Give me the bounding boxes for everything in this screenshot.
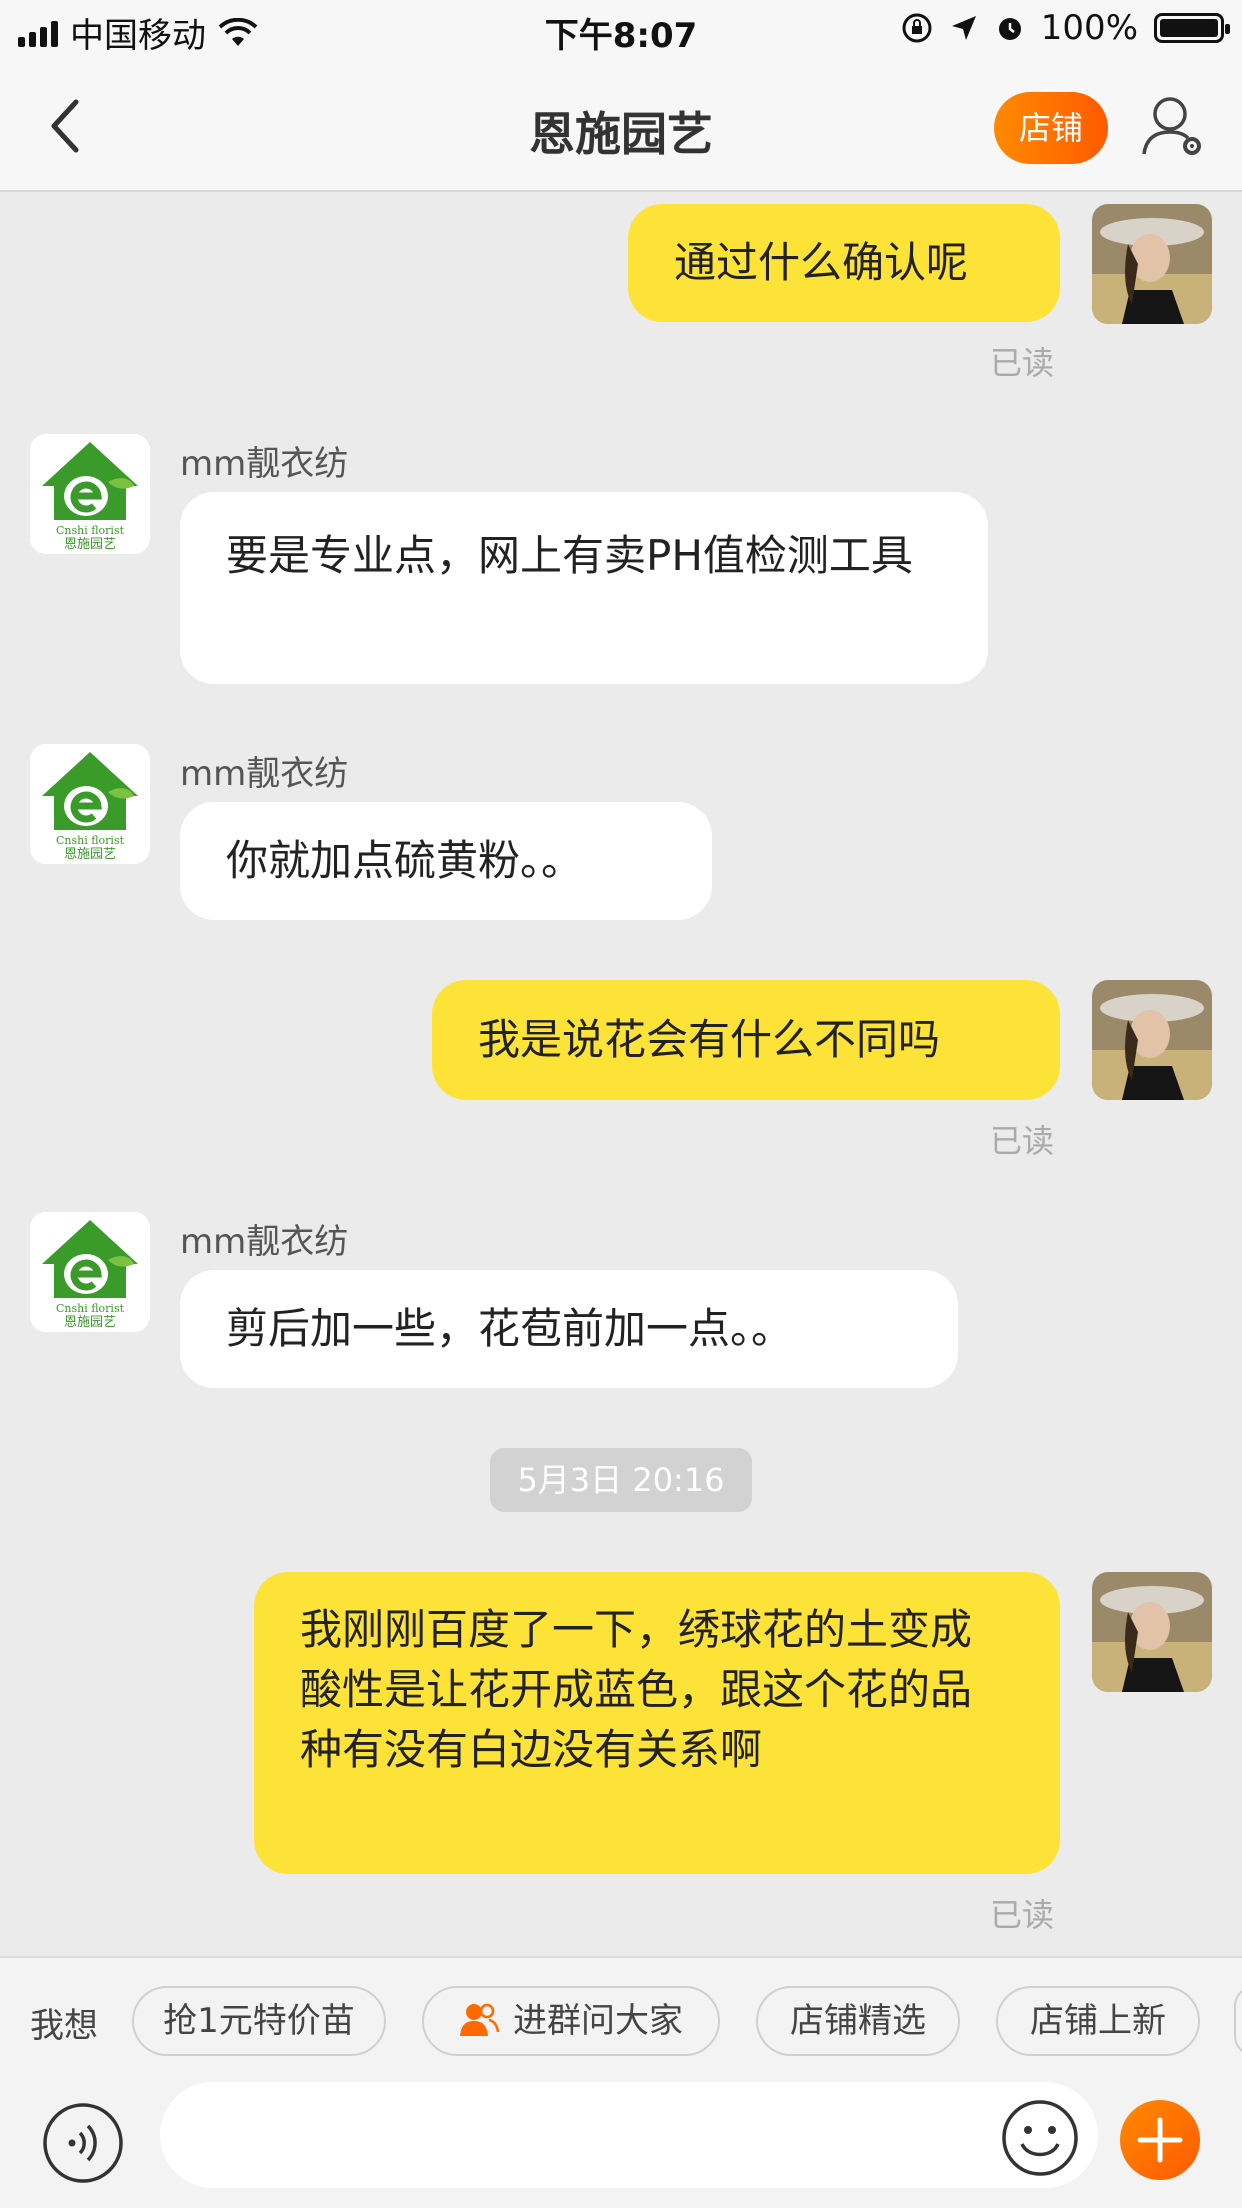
message-bubble-other[interactable]: 你就加点硫黄粉。。 [180, 802, 712, 920]
avatar-self-image [1092, 1572, 1212, 1692]
chip-overflow[interactable] [1234, 1986, 1242, 2056]
message-bubble-self[interactable]: 通过什么确认呢 [628, 204, 1060, 322]
more-plus-button[interactable] [1120, 2100, 1200, 2180]
svg-text:恩施园艺: 恩施园艺 [64, 1315, 116, 1330]
avatar-self-image [1092, 204, 1212, 324]
status-bar: 中国移动 下午8:07 100% [0, 0, 1242, 62]
sender-name: mm靓衣纺 [180, 1222, 349, 1262]
chip-join-group[interactable]: 进群问大家 [422, 1986, 720, 2056]
chip-label: 店铺上新 [1030, 2001, 1166, 2041]
message-text: 要是专业点，网上有卖PH值检测工具 [226, 531, 913, 580]
svg-text:Cnshi florist: Cnshi florist [56, 524, 125, 537]
message-bubble-other[interactable]: 剪后加一些，花苞前加一点。。 [180, 1270, 958, 1388]
avatar-shop[interactable]: Cnshi florist 恩施园艺 [30, 1212, 150, 1332]
message-text: 剪后加一些，花苞前加一点。。 [226, 1304, 794, 1353]
avatar-self[interactable] [1092, 1572, 1212, 1692]
user-settings-icon[interactable] [1140, 90, 1210, 160]
avatar-self-image [1092, 980, 1212, 1100]
input-bar [0, 2080, 1242, 2208]
sender-name: mm靓衣纺 [180, 754, 349, 794]
location-icon [951, 16, 976, 40]
chip-label: 进群问大家 [513, 2001, 683, 2041]
chip-special-price[interactable]: 抢1元特价苗 [132, 1986, 386, 2056]
quick-actions-bar: 我想 抢1元特价苗 进群问大家 店铺精选 店铺上新 [0, 1956, 1242, 2080]
shop-logo-icon: Cnshi florist 恩施园艺 [30, 1212, 150, 1332]
avatar-self[interactable] [1092, 980, 1212, 1100]
group-icon [460, 2003, 500, 2036]
status-right: 100% [901, 8, 1230, 48]
alarm-icon [998, 18, 1021, 40]
avatar-self[interactable] [1092, 204, 1212, 324]
message-bubble-self[interactable]: 我刚刚百度了一下，绣球花的土变成酸性是让花开成蓝色，跟这个花的品种有没有白边没有… [254, 1572, 1060, 1874]
message-text: 你就加点硫黄粉。。 [226, 836, 584, 885]
plus-icon [1137, 2117, 1183, 2163]
message-input[interactable] [160, 2082, 1098, 2188]
svg-text:Cnshi florist: Cnshi florist [56, 1302, 125, 1315]
message-text: 我刚刚百度了一下，绣球花的土变成酸性是让花开成蓝色，跟这个花的品种有没有白边没有… [300, 1605, 973, 1774]
read-status: 已读 [990, 1122, 1055, 1160]
orientation-lock-icon [902, 13, 932, 43]
read-status: 已读 [990, 344, 1055, 382]
voice-icon[interactable] [42, 2102, 124, 2184]
read-status: 已读 [990, 1896, 1055, 1934]
sender-name: mm靓衣纺 [180, 444, 349, 484]
quick-actions-label: 我想 [30, 2006, 98, 2046]
battery-icon [1154, 13, 1230, 43]
shop-logo-icon: Cnshi florist 恩施园艺 [30, 744, 150, 864]
timestamp-divider: 5月3日 20:16 [490, 1448, 752, 1512]
message-bubble-self[interactable]: 我是说花会有什么不同吗 [432, 980, 1060, 1100]
message-text: 通过什么确认呢 [674, 238, 969, 287]
message-text: 我是说花会有什么不同吗 [478, 1015, 941, 1064]
emoji-icon[interactable] [1000, 2098, 1080, 2178]
shop-button[interactable]: 店铺 [994, 92, 1108, 164]
message-bubble-other[interactable]: 要是专业点，网上有卖PH值检测工具 [180, 492, 988, 684]
svg-text:Cnshi florist: Cnshi florist [56, 834, 125, 847]
chip-shop-picks[interactable]: 店铺精选 [756, 1986, 960, 2056]
avatar-shop[interactable]: Cnshi florist 恩施园艺 [30, 434, 150, 554]
chip-shop-new[interactable]: 店铺上新 [996, 1986, 1200, 2056]
svg-text:恩施园艺: 恩施园艺 [64, 847, 116, 862]
avatar-shop[interactable]: Cnshi florist 恩施园艺 [30, 744, 150, 864]
nav-bar: 恩施园艺 店铺 [0, 62, 1242, 192]
battery-percent: 100% [1040, 8, 1138, 48]
svg-text:恩施园艺: 恩施园艺 [64, 537, 116, 552]
shop-logo-icon: Cnshi florist 恩施园艺 [30, 434, 150, 554]
chip-label: 抢1元特价苗 [163, 2001, 355, 2041]
chip-label: 店铺精选 [790, 2001, 926, 2041]
